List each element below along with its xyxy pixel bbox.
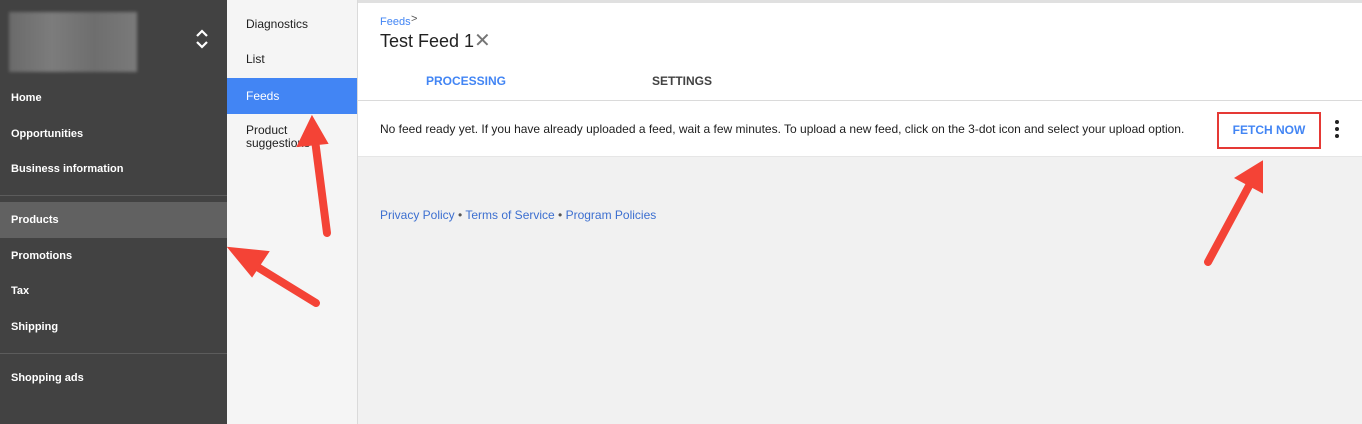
feed-status-notice: No feed ready yet. If you have already u… xyxy=(358,101,1362,157)
nav-divider xyxy=(0,195,227,196)
nav-item-tax[interactable]: Tax xyxy=(0,273,227,309)
footer-separator: • xyxy=(454,208,466,222)
tab-settings[interactable]: SETTINGS xyxy=(574,63,790,103)
breadcrumb-feeds[interactable]: Feeds xyxy=(380,16,411,28)
fetch-now-button[interactable]: FETCH NOW xyxy=(1219,114,1319,147)
terms-of-service-link[interactable]: Terms of Service xyxy=(465,208,554,222)
close-icon[interactable]: ✕ xyxy=(474,30,491,52)
subnav-item-diagnostics[interactable]: Diagnostics xyxy=(227,18,357,31)
nav-divider xyxy=(0,353,227,354)
feed-header: Feeds > Test Feed 1 ✕ PROCESSING SETTING… xyxy=(358,0,1362,103)
footer-separator: • xyxy=(554,208,566,222)
breadcrumb-separator: > xyxy=(411,13,418,25)
tab-processing[interactable]: PROCESSING xyxy=(358,63,574,103)
nav-item-opportunities[interactable]: Opportunities xyxy=(0,116,227,152)
more-vert-icon[interactable] xyxy=(1330,119,1344,139)
nav-item-home[interactable]: Home xyxy=(0,80,227,116)
nav-item-products[interactable]: Products xyxy=(0,202,227,238)
program-policies-link[interactable]: Program Policies xyxy=(566,208,657,222)
primary-nav: Home Opportunities Business information … xyxy=(0,0,227,424)
nav-item-promotions[interactable]: Promotions xyxy=(0,238,227,274)
privacy-policy-link[interactable]: Privacy Policy xyxy=(380,208,455,222)
nav-item-shipping[interactable]: Shipping xyxy=(0,309,227,345)
subnav-item-product-suggestions[interactable]: Product suggestions xyxy=(227,124,323,150)
nav-item-business-information[interactable]: Business information xyxy=(0,151,227,187)
subnav-item-list[interactable]: List xyxy=(227,53,357,66)
main-content: Feeds > Test Feed 1 ✕ PROCESSING SETTING… xyxy=(358,0,1362,424)
page-title: Test Feed 1 xyxy=(380,31,475,51)
subnav-item-feeds[interactable]: Feeds xyxy=(227,78,357,114)
annotation-highlight-box: FETCH NOW xyxy=(1217,112,1321,149)
notice-text: No feed ready yet. If you have already u… xyxy=(380,122,1185,136)
unfold-more-icon[interactable] xyxy=(194,26,210,52)
secondary-nav: Diagnostics List Feeds Product suggestio… xyxy=(227,0,358,424)
footer-links: Privacy Policy • Terms of Service • Prog… xyxy=(380,208,656,222)
account-name-blurred[interactable] xyxy=(9,12,137,72)
nav-item-shopping-ads[interactable]: Shopping ads xyxy=(0,360,227,396)
